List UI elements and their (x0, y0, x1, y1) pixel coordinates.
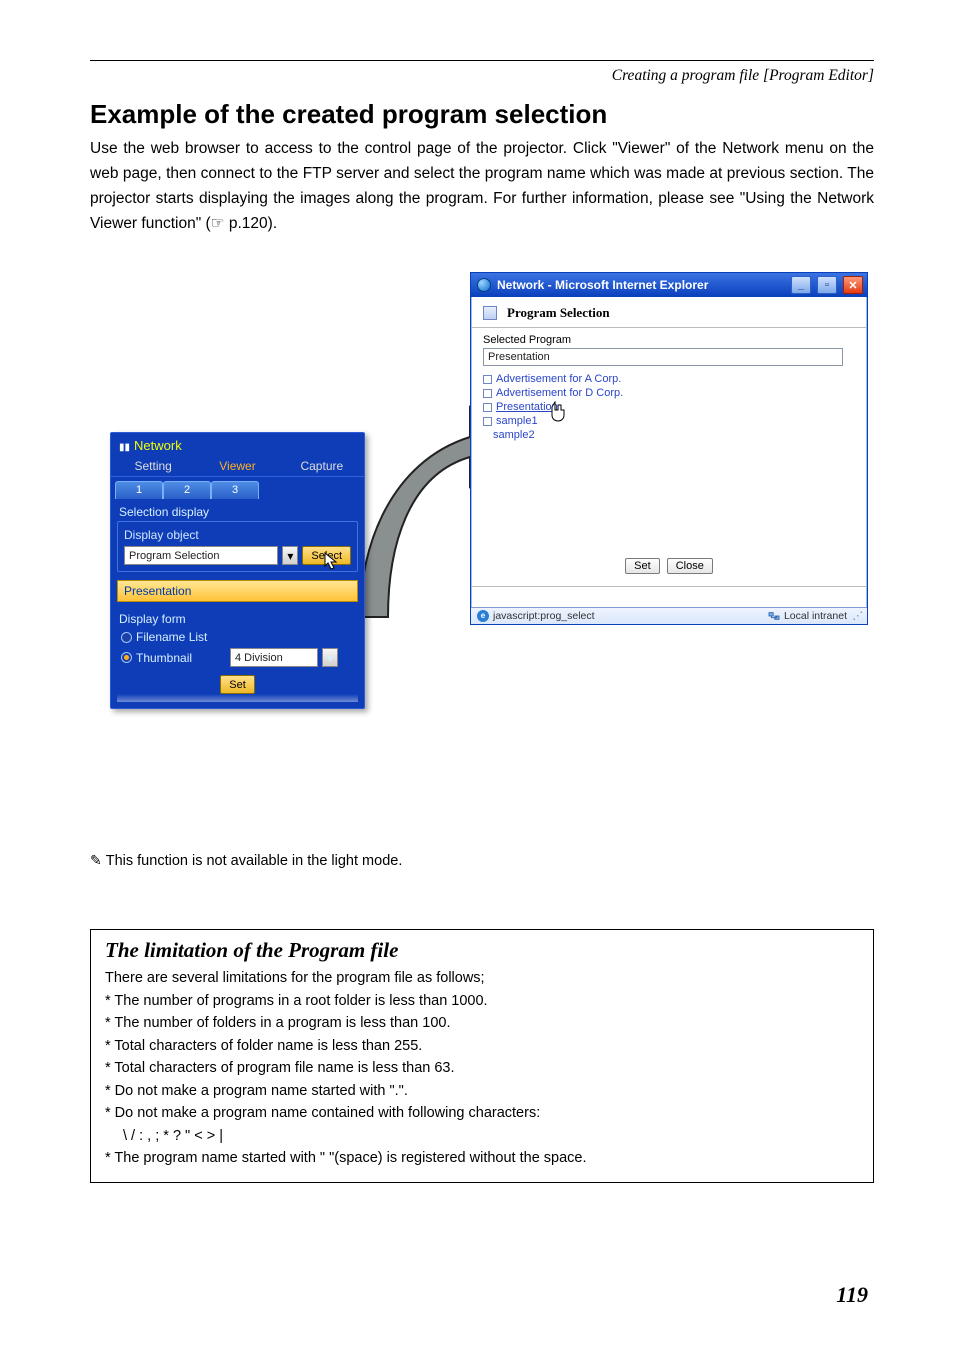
filename-list-label: Filename List (136, 630, 207, 644)
status-zone: Local intranet (784, 610, 847, 622)
window-minimize-button[interactable]: _ (791, 276, 811, 294)
pencil-icon: ✎ (90, 852, 102, 868)
radio-thumbnail[interactable] (121, 652, 132, 663)
limitation-title: The limitation of the Program file (105, 938, 859, 963)
ie-status-icon: e (477, 610, 489, 622)
program-selection-dropdown[interactable]: Program Selection (124, 546, 278, 565)
ie-window-title: Network - Microsoft Internet Explorer (497, 278, 708, 292)
window-maximize-button[interactable]: ▫ (817, 276, 837, 294)
selection-display-label: Selection display (111, 499, 364, 521)
status-text: javascript:prog_select (493, 610, 595, 622)
ie-window: Network - Microsoft Internet Explorer _ … (470, 272, 868, 625)
page-title: Example of the created program selection (90, 99, 874, 130)
display-object-label: Display object (124, 528, 351, 542)
program-list-item[interactable]: Advertisement for A Corp. (483, 372, 855, 386)
network-panel: ▮▮Network Setting Viewer Capture 1 2 3 S… (110, 432, 365, 709)
program-selection-icon (483, 306, 497, 320)
limitation-item: * Do not make a program name contained w… (105, 1102, 859, 1124)
program-list-item[interactable]: Advertisement for D Corp. (483, 386, 855, 400)
window-close-button[interactable]: ✕ (843, 276, 863, 294)
network-title-icon: ▮▮ (119, 442, 130, 453)
intranet-icon (768, 611, 780, 621)
ie-set-button[interactable]: Set (625, 558, 660, 574)
limitation-intro: There are several limitations for the pr… (105, 967, 859, 989)
division-dropdown-arrow-icon[interactable]: ▾ (322, 648, 338, 667)
set-button[interactable]: Set (220, 675, 255, 694)
intro-paragraph: Use the web browser to access to the con… (90, 136, 874, 236)
selected-program-field[interactable]: Presentation (483, 348, 843, 366)
tab-setting[interactable]: Setting (111, 456, 195, 477)
sub-tab-1[interactable]: 1 (115, 481, 163, 499)
program-selection-heading: Program Selection (507, 305, 610, 321)
limitation-chars: \ / : , ; * ? " < > | (123, 1125, 859, 1147)
ie-logo-icon (477, 278, 491, 292)
limitation-item: * Total characters of program file name … (105, 1057, 859, 1079)
program-list-item[interactable]: sample2 (493, 428, 855, 442)
presentation-row[interactable]: Presentation (117, 580, 358, 602)
limitation-item: * The program name started with " "(spac… (105, 1147, 859, 1169)
limitation-item: * Do not make a program name started wit… (105, 1080, 859, 1102)
selected-program-label: Selected Program (483, 334, 855, 346)
limitation-item: * The number of programs in a root folde… (105, 990, 859, 1012)
radio-filename-list[interactable] (121, 632, 132, 643)
note-line: ✎This function is not available in the l… (90, 852, 874, 869)
resize-grip-icon[interactable]: ⋰ (847, 610, 861, 622)
sub-tab-3[interactable]: 3 (211, 481, 259, 499)
program-list-item-presentation[interactable]: Presentation (483, 400, 855, 414)
header-breadcrumb: Creating a program file [Program Editor] (90, 67, 874, 85)
program-list-item[interactable]: sample1 (483, 414, 855, 428)
division-dropdown[interactable]: 4 Division (230, 648, 318, 667)
page-number: 119 (836, 1282, 868, 1308)
tab-capture[interactable]: Capture (280, 456, 364, 477)
sub-tab-2[interactable]: 2 (163, 481, 211, 499)
limitation-item: * The number of folders in a program is … (105, 1012, 859, 1034)
tab-viewer[interactable]: Viewer (195, 456, 279, 477)
limitation-box: The limitation of the Program file There… (90, 929, 874, 1182)
limitation-item: * Total characters of folder name is les… (105, 1035, 859, 1057)
ie-close-button[interactable]: Close (667, 558, 713, 574)
select-button[interactable]: Select (302, 546, 351, 565)
thumbnail-label: Thumbnail (136, 651, 226, 665)
network-panel-title: ▮▮Network (111, 433, 364, 456)
dropdown-arrow-icon[interactable]: ▾ (282, 546, 298, 565)
display-form-label: Display form (111, 606, 364, 628)
